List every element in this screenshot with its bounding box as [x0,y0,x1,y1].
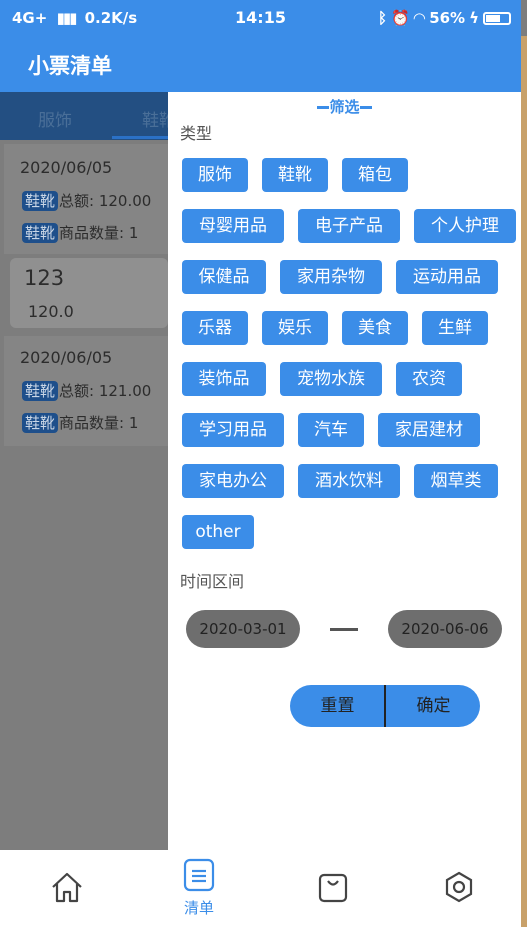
category-tag: 鞋靴 [22,381,59,401]
home-icon [52,872,82,903]
receipt-total: 鞋靴 总额: 120.00 [22,190,151,211]
battery-percent: 56% [429,9,466,27]
reset-button[interactable]: 重置 [290,685,385,727]
category-chip-shoes[interactable]: 鞋靴 [262,158,328,192]
category-chip-agriculture[interactable]: 农资 [396,362,462,396]
receipt-count-text: 商品数量: 1 [59,414,139,432]
category-chip-entertainment[interactable]: 娱乐 [262,311,328,345]
category-chip-study[interactable]: 学习用品 [182,413,284,447]
item-amount: 120.0 [28,302,74,321]
active-tab-indicator [112,136,172,139]
charging-icon: ϟ [469,9,479,27]
list-icon [183,858,215,892]
battery-icon [483,11,511,25]
tab-clothing[interactable]: 服饰 [38,106,72,131]
category-tag: 鞋靴 [22,223,59,243]
receipt-total-text: 总额: 120.00 [59,192,152,210]
title-dash-right [359,106,372,109]
category-tag: 鞋靴 [22,413,59,433]
bluetooth-icon: ᛒ [377,9,387,27]
category-chip-pets[interactable]: 宠物水族 [280,362,382,396]
confirm-button[interactable]: 确定 [386,685,480,727]
filter-title-text: 筛选 [329,98,360,116]
category-chip-instruments[interactable]: 乐器 [182,311,248,345]
app-header: 小票清单 [0,36,521,92]
receipt-card[interactable]: 2020/06/05 鞋靴 总额: 120.00 鞋靴 商品数量: 1 [4,144,168,254]
item-name: 123 [24,266,65,290]
receipt-count: 鞋靴 商品数量: 1 [22,412,138,433]
settings-icon [445,871,473,903]
category-chip-auto[interactable]: 汽车 [298,413,364,447]
bottom-nav: 清单 [0,850,521,927]
category-chip-clothing[interactable]: 服饰 [182,158,248,192]
receipt-date: 2020/06/05 [20,348,113,367]
wifi-icon: ◠ [413,9,426,27]
category-chip-fresh[interactable]: 生鲜 [422,311,488,345]
receipt-total: 鞋靴 总额: 121.00 [22,380,151,401]
category-chip-food[interactable]: 美食 [342,311,408,345]
category-chip-appliances[interactable]: 家电办公 [182,464,284,498]
receipt-item-card[interactable]: 123 120.0 [10,258,168,328]
filter-title: 筛选 [168,96,521,117]
title-dash-left [317,106,330,109]
status-indicators: ᛒ ⏰ ◠ 56% ϟ [378,9,511,27]
end-date-picker[interactable]: 2020-06-06 [388,610,502,648]
category-chip-electronics[interactable]: 电子产品 [298,209,400,243]
date-range-separator [330,628,358,631]
category-tag: 鞋靴 [22,191,59,211]
category-chip-bags[interactable]: 箱包 [342,158,408,192]
receipt-total-text: 总额: 121.00 [59,382,152,400]
receipt-date: 2020/06/05 [20,158,113,177]
category-chip-health[interactable]: 保健品 [182,260,266,294]
category-chip-tobacco[interactable]: 烟草类 [414,464,498,498]
category-chip-drinks[interactable]: 酒水饮料 [298,464,400,498]
category-chip-sports[interactable]: 运动用品 [396,260,498,294]
type-label: 类型 [180,124,213,143]
status-bar: 4G+ ▮▮▮ 0.2K/s 14:15 ᛒ ⏰ ◠ 56% ϟ [0,0,521,36]
nav-list[interactable]: 清单 [134,850,264,927]
category-chip-home-building[interactable]: 家居建材 [378,413,480,447]
receipt-count: 鞋靴 商品数量: 1 [22,222,138,243]
time-range-label: 时间区间 [180,572,245,591]
nav-home[interactable] [2,850,132,927]
filter-drawer: 筛选 类型 服饰 鞋靴 箱包 母婴用品 电子产品 个人护理 保健品 家用杂物 运… [168,92,521,850]
nav-bag[interactable] [268,850,398,927]
receipt-count-text: 商品数量: 1 [59,224,139,242]
category-chip-other[interactable]: other [182,515,254,549]
category-chip-household[interactable]: 家用杂物 [280,260,382,294]
start-date-picker[interactable]: 2020-03-01 [186,610,300,648]
nav-list-label: 清单 [183,899,214,917]
filter-action-buttons: 重置 确定 [290,685,480,727]
bag-icon [318,873,348,903]
category-chip-decor[interactable]: 装饰品 [182,362,266,396]
alarm-icon: ⏰ [390,9,410,27]
receipt-card[interactable]: 2020/06/05 鞋靴 总额: 121.00 鞋靴 商品数量: 1 [4,336,168,446]
background-edge [521,36,527,927]
nav-settings[interactable] [394,850,524,927]
page-title: 小票清单 [28,54,112,78]
category-chip-baby[interactable]: 母婴用品 [182,209,284,243]
category-chip-personal-care[interactable]: 个人护理 [414,209,516,243]
